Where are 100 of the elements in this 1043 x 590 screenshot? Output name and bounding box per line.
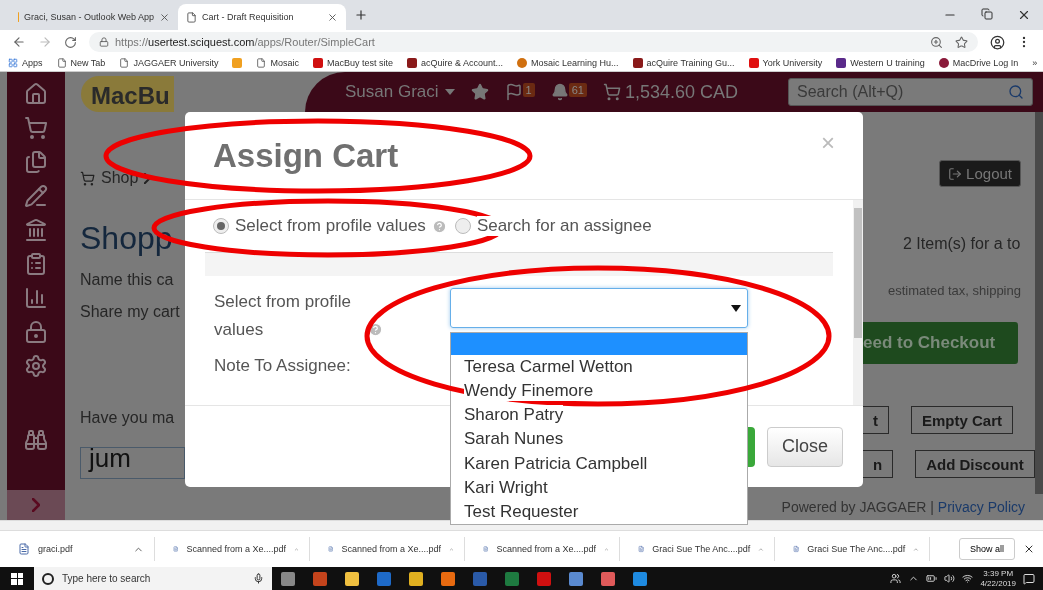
page-icon: [119, 57, 130, 68]
download-item[interactable]: graci.pdf: [0, 537, 155, 561]
site-icon: [632, 57, 643, 68]
site-icon: [232, 57, 243, 68]
site-icon: [517, 57, 527, 68]
browser-tab[interactable]: Graci, Susan - Outlook Web App: [10, 4, 178, 30]
people-icon: [890, 573, 902, 584]
radio-button[interactable]: [454, 218, 471, 234]
pdf-file-icon: [638, 543, 645, 555]
items-summary: 2 Item(s) for a to: [903, 235, 1022, 253]
cart-icon: [24, 116, 48, 140]
microphone-icon: [253, 573, 264, 584]
app-icon[interactable]: [345, 571, 359, 586]
logout-icon: [948, 166, 963, 181]
taskbar-search-field[interactable]: Type here to search: [34, 567, 272, 590]
bookmark[interactable]: acQuire Training Gu...: [632, 57, 735, 68]
bookmark[interactable]: MacBuy test site: [312, 57, 393, 68]
bookmark[interactable]: Western U training: [836, 57, 925, 68]
assignee-select[interactable]: [450, 288, 748, 328]
scrollbar[interactable]: [1035, 112, 1043, 494]
scrollbar[interactable]: [853, 200, 863, 405]
cart-total[interactable]: 1,534.60 CAD: [602, 81, 738, 103]
show-all-button[interactable]: Show all: [958, 538, 1015, 560]
back-icon: [12, 35, 26, 49]
jump-logo: jum: [80, 447, 185, 479]
close-icon: [327, 11, 338, 23]
star-icon: [470, 83, 489, 101]
clock[interactable]: 3:39 PM 4/22/2019: [980, 568, 1016, 589]
apps-grid-icon: [8, 57, 18, 68]
settings-icon: [24, 354, 48, 378]
app-icon[interactable]: [633, 571, 647, 586]
radio-button[interactable]: [213, 218, 229, 234]
profile-icon: [990, 34, 1005, 50]
site-icon: [836, 57, 847, 68]
speaker-icon: [944, 573, 956, 584]
app-icon[interactable]: [441, 571, 455, 586]
lock-icon: [24, 320, 48, 344]
dialog-title: Assign Cart: [213, 136, 399, 175]
question-text: Have you ma: [80, 409, 176, 427]
breadcrumb-link[interactable]: Shop: [80, 169, 185, 187]
app-icon[interactable]: [601, 571, 615, 586]
dropdown-option[interactable]: Wendy Finemore: [464, 381, 594, 401]
dropdown-option[interactable]: Sharon Patry: [464, 405, 564, 426]
bookmark[interactable]: Apps: [8, 57, 43, 68]
star-icon: [955, 35, 968, 49]
download-item[interactable]: Scanned from a Xe....pdf: [465, 537, 620, 561]
note-label: Note To Assignee:: [214, 356, 351, 376]
bookmark[interactable]: Mosaic: [256, 57, 299, 68]
chevron-right-icon: [32, 498, 40, 512]
bookmark[interactable]: [232, 57, 243, 68]
notification-icon: [1023, 572, 1035, 585]
app-icon[interactable]: [281, 571, 295, 586]
close-button[interactable]: Close: [766, 426, 843, 467]
battery-icon: [926, 573, 938, 584]
logout-button[interactable]: Logout: [939, 160, 1021, 187]
download-item[interactable]: Graci Sue The Anc....pdf: [620, 537, 775, 561]
download-item[interactable]: Scanned from a Xe....pdf: [155, 537, 310, 561]
browser-tab[interactable]: Cart - Draft Requisition: [178, 4, 346, 30]
binoculars-icon: [24, 428, 48, 452]
home-icon: [24, 82, 48, 106]
radio-label[interactable]: Search for an assignee: [476, 216, 652, 236]
reload-icon: [64, 35, 77, 49]
flag-icon: [504, 83, 523, 101]
caret-icon: [444, 89, 455, 95]
download-item[interactable]: Scanned from a Xe....pdf: [310, 537, 465, 561]
search-icon: [1008, 84, 1024, 100]
zoom-icon: [930, 35, 943, 49]
bookmark[interactable]: MacDrive Log In: [938, 57, 1019, 68]
user-menu[interactable]: Susan Graci: [345, 82, 455, 102]
pdf-file-icon: [173, 543, 179, 555]
address-bar[interactable]: https://usertest.sciquest.com/apps/Router/SimpleCart: [89, 32, 978, 52]
bell-icon: [550, 83, 569, 101]
radio-label[interactable]: Select from profile values: [235, 216, 426, 236]
form-label: Name this ca: [80, 271, 175, 289]
bank-icon: [24, 218, 48, 242]
clipboard-icon: [24, 252, 48, 276]
wifi-icon: [962, 573, 974, 584]
bookmark[interactable]: New Tab: [56, 57, 106, 68]
restore-icon: [981, 8, 993, 20]
cart-icon: [80, 170, 95, 186]
lock-icon: [99, 37, 109, 47]
bookmark[interactable]: acQuire & Account...: [406, 57, 503, 68]
new-tab-icon: [354, 8, 368, 22]
documents-icon: [24, 150, 48, 174]
bookmark[interactable]: JAGGAER University: [119, 57, 219, 68]
pdf-file-icon: [793, 543, 800, 555]
bookmark[interactable]: Mosaic Learning Hu...: [517, 57, 619, 68]
close-icon: [1017, 8, 1031, 22]
pdf-file-icon: [18, 543, 30, 555]
tax-note: estimated tax, shipping: [888, 283, 1022, 298]
cart-action-button[interactable]: Empty Cart: [911, 406, 1014, 434]
app-icon[interactable]: [569, 571, 583, 586]
download-item[interactable]: Graci Sue The Anc....pdf: [775, 537, 930, 561]
cart-action-button[interactable]: Add Discount: [915, 450, 1035, 478]
bookmark[interactable]: York University: [748, 57, 823, 68]
page-icon: [256, 57, 267, 68]
logo: MacBu: [81, 76, 174, 112]
site-icon: [312, 57, 323, 68]
more-bookmarks[interactable]: »: [1032, 57, 1038, 68]
app-icon[interactable]: [409, 571, 423, 586]
